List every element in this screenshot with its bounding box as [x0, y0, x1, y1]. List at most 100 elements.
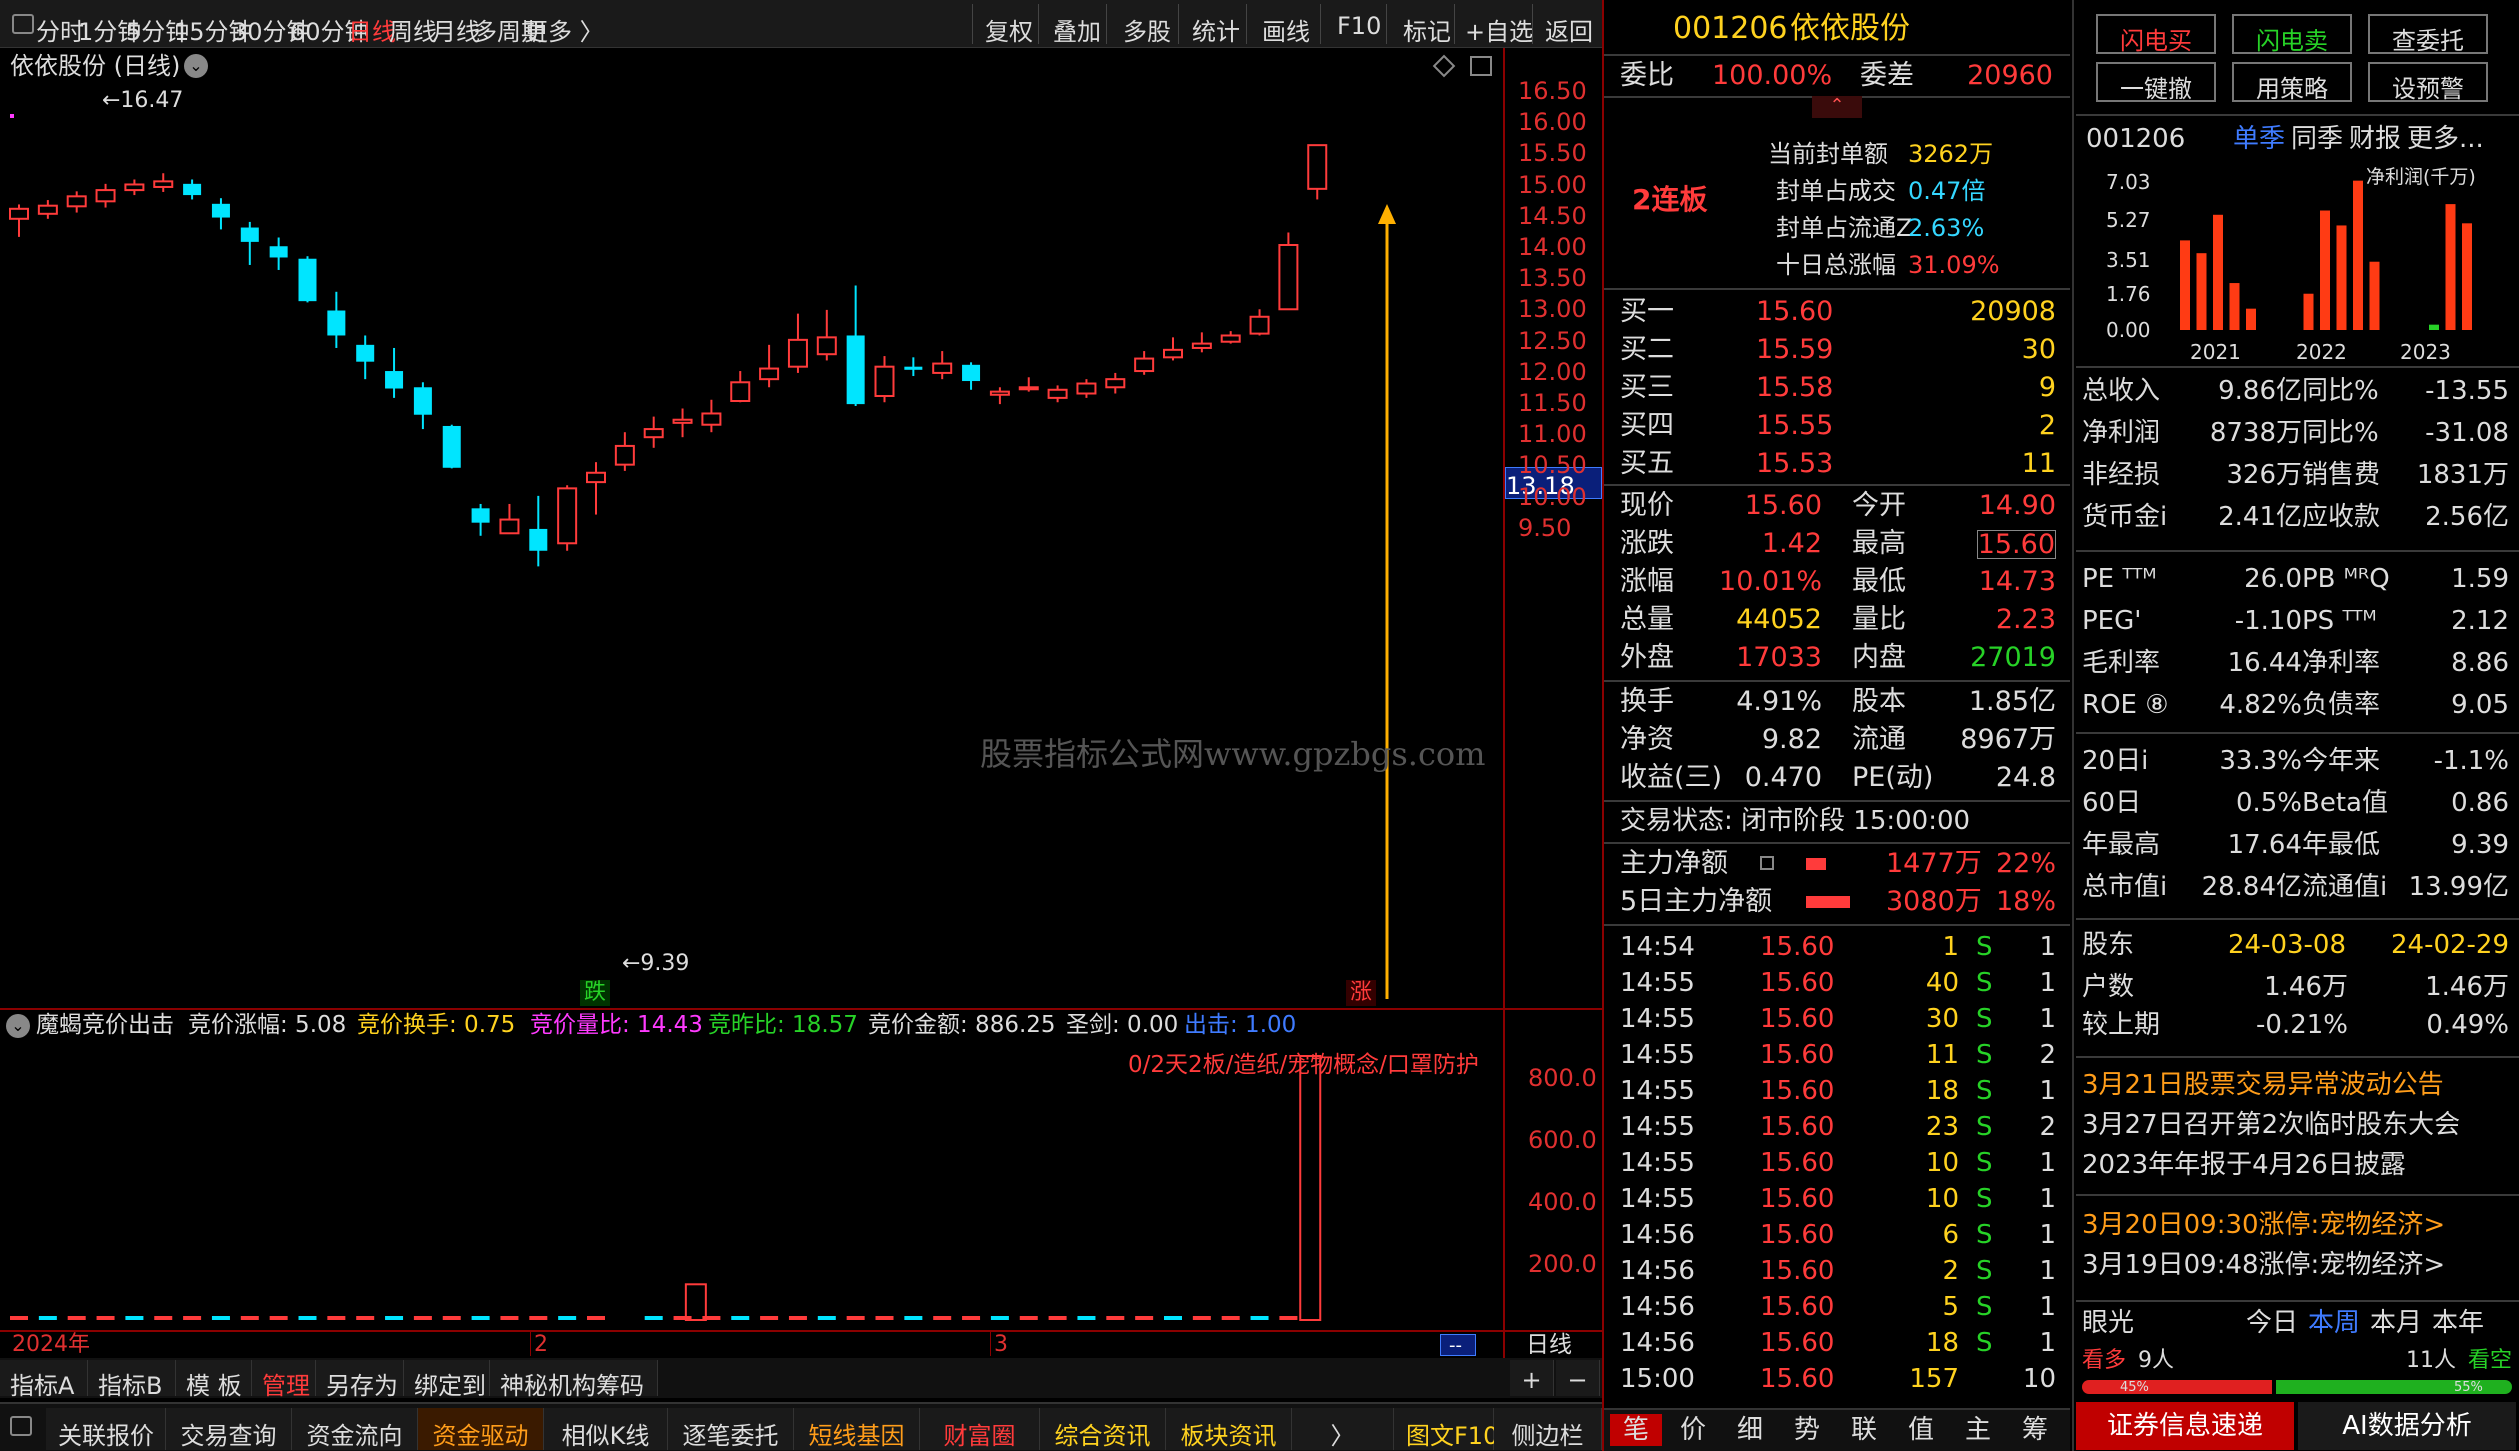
period-tab-0[interactable]: 分时 — [36, 12, 84, 47]
candle-body-up — [1191, 342, 1212, 349]
side-button-2[interactable]: 查委托 — [2368, 14, 2488, 55]
info-tab-5[interactable]: 逐笔委托 — [668, 1408, 794, 1450]
indicator-tab-right-1[interactable]: − — [1556, 1360, 1600, 1396]
info-tab-9[interactable]: 板块资讯 — [1166, 1408, 1292, 1450]
indicator-tab-2[interactable]: 模 板 — [176, 1360, 252, 1400]
tabbar-toggle-icon[interactable] — [10, 1416, 32, 1436]
indicator-chart[interactable] — [0, 1040, 1502, 1330]
period-label[interactable]: 日线 — [1526, 1334, 1572, 1357]
tick-price: 15.60 — [1760, 968, 1835, 998]
indicator-toggle-icon[interactable]: ⌄ — [6, 1014, 30, 1038]
tick-tab-2[interactable]: 细 — [1724, 1414, 1776, 1446]
info-tab-1[interactable]: 交易查询 — [166, 1408, 292, 1450]
fin-bar — [2353, 180, 2363, 330]
tool-button-0[interactable]: 复权 — [985, 12, 1033, 47]
quote-label-l-1: 涨跌 — [1620, 528, 1674, 559]
tick-tab-1[interactable]: 价 — [1667, 1414, 1719, 1446]
fin-bar — [2445, 204, 2456, 330]
bull-pct: 45% — [2120, 1380, 2149, 1395]
tick-volume: 2 — [1942, 1256, 1959, 1286]
info-icon[interactable] — [1760, 856, 1774, 870]
indicator-name[interactable]: 魔蝎竞价出击 — [36, 1014, 174, 1037]
side-footer-0[interactable]: 证券信息速递 — [2076, 1402, 2294, 1450]
diamond-icon[interactable] — [1432, 54, 1456, 78]
indicator-tab-right-0[interactable]: + — [1510, 1360, 1554, 1396]
tool-button-6[interactable]: 标记 — [1403, 12, 1451, 47]
info-tab-6[interactable]: 短线基因 — [794, 1408, 920, 1450]
indicator-tab-4[interactable]: 另存为 — [316, 1360, 404, 1400]
tick-tab-0[interactable]: 笔 — [1610, 1414, 1662, 1446]
price-axis-label: 11.50 — [1518, 389, 1587, 417]
indicator-tab-1[interactable]: 指标B — [88, 1360, 176, 1400]
tool-button-7[interactable]: +自选 — [1465, 12, 1533, 47]
eye-tab-1[interactable]: 本周 — [2308, 1310, 2360, 1336]
info-tab-7[interactable]: 财富圈 — [920, 1408, 1040, 1450]
kline-chart[interactable] — [0, 84, 1502, 1004]
info-tab-11[interactable]: 图文F10 — [1394, 1408, 1498, 1450]
price-axis-label: 15.00 — [1518, 170, 1587, 199]
side-button-1[interactable]: 闪电卖 — [2232, 14, 2352, 55]
tool-button-1[interactable]: 叠加 — [1053, 12, 1101, 47]
fin-tab-1[interactable]: 同季 — [2291, 126, 2343, 152]
panel-toggle-icon[interactable] — [1470, 56, 1492, 76]
tick-tab-3[interactable]: 势 — [1781, 1414, 1833, 1446]
tick-count: 1 — [2039, 1328, 2056, 1358]
info-tab-12[interactable]: 侧边栏 — [1494, 1408, 1602, 1450]
layout-toggle-icon[interactable] — [12, 14, 34, 34]
eye-tab-0[interactable]: 今日 — [2246, 1310, 2298, 1336]
eye-tab-3[interactable]: 本年 — [2432, 1310, 2484, 1336]
news-item-3[interactable]: 3月20日09:30涨停:宠物经济> — [2082, 1212, 2445, 1238]
tool-button-5[interactable]: F10 — [1337, 12, 1381, 40]
val-row-label-l: PEG' — [2082, 606, 2142, 636]
tool-button-2[interactable]: 多股 — [1123, 12, 1171, 47]
period-tab-10[interactable]: 更多 〉 — [524, 12, 604, 47]
tool-button-3[interactable]: 统计 — [1192, 12, 1240, 47]
news-item-4[interactable]: 3月19日09:48涨停:宠物经济> — [2082, 1252, 2445, 1278]
news-item-2[interactable]: 2023年年报于4月26日披露 — [2082, 1152, 2406, 1178]
tick-tab-6[interactable]: 主 — [1952, 1414, 2004, 1446]
side-button-3[interactable]: 一键撤 — [2096, 62, 2216, 103]
news-item-1[interactable]: 3月27日召开第2次临时股东大会 — [2082, 1112, 2460, 1138]
bid-price-2: 15.58 — [1756, 372, 1834, 403]
news-item-0[interactable]: 3月21日股票交易异常波动公告 — [2082, 1072, 2444, 1098]
nav-button[interactable]: -- — [1440, 1334, 1476, 1356]
indicator-tab-0[interactable]: 指标A — [0, 1360, 88, 1400]
tick-volume: 6 — [1942, 1220, 1959, 1250]
info-tab-4[interactable]: 相似K线 — [544, 1408, 668, 1450]
indicator-bar — [760, 1316, 779, 1320]
side-footer-1[interactable]: AI数据分析 — [2298, 1402, 2516, 1450]
indicator-tab-3[interactable]: 管理 — [252, 1360, 316, 1400]
collapse-icon[interactable]: ⌃ — [1812, 96, 1862, 118]
tick-time: 14:55 — [1620, 1076, 1695, 1106]
tick-count: 1 — [2039, 1076, 2056, 1106]
info-tab-2[interactable]: 资金流向 — [292, 1408, 418, 1450]
info-tab-10[interactable]: 〉 — [1292, 1408, 1394, 1450]
indicator-value-0: 竞价涨幅: 5.08 — [188, 1012, 347, 1038]
fin-tab-3[interactable]: 更多... — [2407, 126, 2484, 152]
candle-body-up — [557, 487, 578, 545]
fin-tab-2[interactable]: 财报 — [2349, 126, 2401, 152]
perf-row-value-l: 17.64 — [2227, 830, 2302, 860]
tick-tab-5[interactable]: 值 — [1895, 1414, 1947, 1446]
side-button-4[interactable]: 用策略 — [2232, 62, 2352, 103]
bull-label[interactable]: 看多 — [2082, 1350, 2126, 1372]
side-button-0[interactable]: 闪电买 — [2096, 14, 2216, 55]
tool-button-8[interactable]: 返回 — [1545, 12, 1593, 47]
tick-tab-4[interactable]: 联 — [1838, 1414, 1890, 1446]
tool-button-4[interactable]: 画线 — [1262, 12, 1310, 47]
side-button-5[interactable]: 设预警 — [2368, 62, 2488, 103]
tick-tab-7[interactable]: 筹 — [2009, 1414, 2061, 1446]
chevron-down-icon[interactable]: ⌄ — [184, 54, 208, 78]
indicator-tab-5[interactable]: 绑定到 — [404, 1360, 490, 1400]
eye-tab-2[interactable]: 本月 — [2370, 1310, 2422, 1336]
info-tab-8[interactable]: 综合资讯 — [1040, 1408, 1166, 1450]
candle-body-down — [904, 366, 923, 370]
indicator-tab-6[interactable]: 神秘机构筹码 — [490, 1360, 658, 1400]
tick-price: 15.60 — [1760, 1364, 1835, 1394]
perf-row-label-r: Beta值 — [2302, 788, 2388, 818]
bear-label[interactable]: 看空 — [2468, 1350, 2512, 1372]
info-tab-3[interactable]: 资金驱动 — [418, 1408, 544, 1450]
info-tab-0[interactable]: 关联报价 — [46, 1408, 166, 1450]
period-tab-7[interactable]: 周线 — [389, 12, 437, 47]
fin-tab-0[interactable]: 单季 — [2233, 126, 2285, 152]
